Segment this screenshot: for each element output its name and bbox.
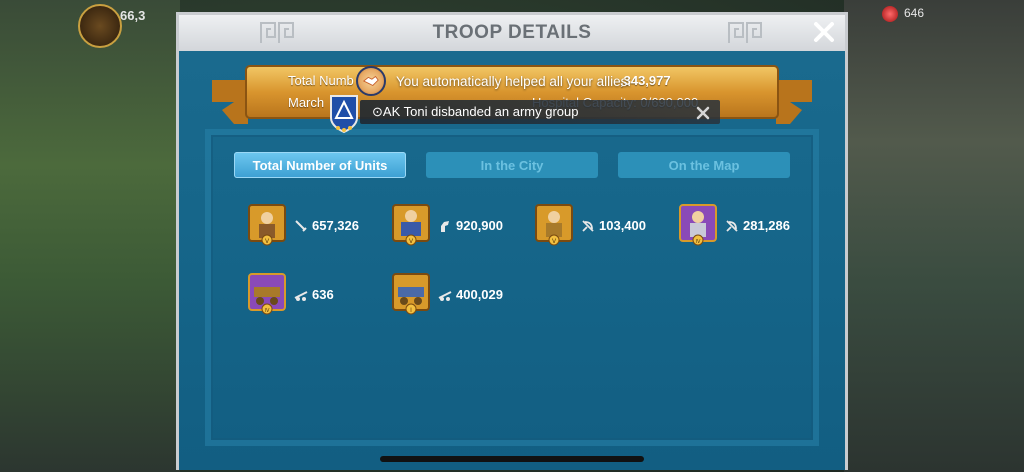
total-units-label: Total Numb (288, 73, 354, 88)
handshake-icon (356, 66, 386, 96)
bow-icon (581, 218, 595, 232)
player-avatar[interactable] (78, 4, 122, 48)
help-notification: You automatically helped all your allies… (356, 66, 636, 96)
tab-total-units[interactable]: Total Number of Units (234, 152, 406, 178)
unit-count: 103,400 (599, 217, 646, 233)
bow-icon (725, 218, 739, 232)
tab-on-the-map[interactable]: On the Map (618, 152, 790, 178)
alliance-badge-icon (328, 94, 360, 134)
archer-unit-icon: IV (679, 204, 717, 246)
close-icon[interactable] (811, 19, 837, 45)
greek-key-ornament-icon (727, 21, 763, 45)
unit-count: 281,286 (743, 217, 790, 233)
unit-cavalry-t5[interactable]: V 920,900 (392, 204, 503, 246)
svg-text:IV: IV (696, 239, 701, 245)
unit-count: 400,029 (456, 286, 503, 302)
svg-text:IV: IV (265, 308, 270, 314)
siege-icon (294, 287, 308, 301)
siege-unit-icon: I (392, 273, 430, 315)
sword-icon (294, 218, 308, 232)
modal-header: TROOP DETAILS (179, 15, 845, 51)
game-background-right (844, 0, 1024, 472)
unit-archer-t5[interactable]: V 103,400 (535, 204, 646, 246)
player-power: 66,3 (120, 8, 146, 23)
help-notification-text: You automatically helped all your allies… (396, 73, 632, 89)
infantry-unit-icon: V (248, 204, 286, 246)
disband-notification[interactable]: ⊙AK Toni disbanded an army group (360, 100, 720, 124)
unit-count: 657,326 (312, 217, 359, 233)
unit-count: 920,900 (456, 217, 503, 233)
greek-key-ornament-icon (259, 21, 295, 45)
archer-unit-icon: V (535, 204, 573, 246)
unit-siege-t1[interactable]: I 400,029 (392, 273, 503, 315)
game-background-left (0, 0, 180, 472)
unit-siege-t4[interactable]: IV 636 (248, 273, 334, 315)
unit-archer-t4[interactable]: IV 281,286 (679, 204, 790, 246)
unit-count: 636 (312, 286, 334, 302)
siege-unit-icon: IV (248, 273, 286, 315)
svg-text:I: I (410, 307, 412, 314)
unit-infantry-t5[interactable]: V 657,326 (248, 204, 359, 246)
cavalry-unit-icon: V (392, 204, 430, 246)
marching-label: March (288, 95, 325, 110)
gem-icon (882, 6, 898, 22)
close-icon[interactable] (696, 105, 710, 120)
home-indicator[interactable] (380, 456, 644, 462)
siege-icon (438, 287, 452, 301)
disband-notification-text: ⊙AK Toni disbanded an army group (372, 104, 579, 119)
horse-icon (438, 218, 452, 232)
gem-count: 646 (903, 6, 924, 20)
tab-in-the-city[interactable]: In the City (426, 152, 598, 178)
modal-title: TROOP DETAILS (432, 22, 592, 43)
